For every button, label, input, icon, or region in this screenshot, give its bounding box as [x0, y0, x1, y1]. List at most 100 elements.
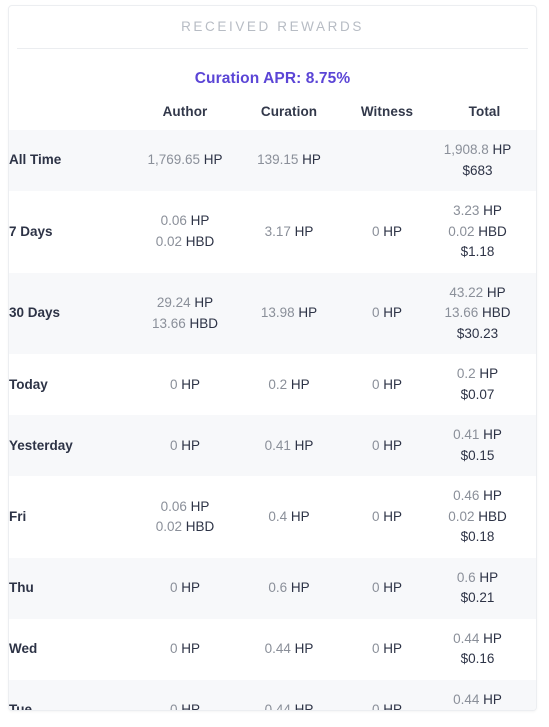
currency-unit: HP [287, 376, 310, 392]
usd-value: $683 [462, 162, 493, 178]
value-line: 0.06 HP [133, 497, 237, 518]
amount: 139.15 [257, 152, 299, 168]
currency-unit: HP [379, 641, 403, 657]
value-line: 29.24 HP [133, 293, 237, 314]
cell-author: 0 HP [133, 415, 237, 477]
cell-period: Yesterday [9, 415, 133, 477]
cell-period: Fri [9, 508, 27, 524]
currency-unit: HP [287, 580, 310, 596]
cell-witness: 0 HP [341, 354, 433, 415]
amount: 43.22 [449, 284, 484, 300]
cell-total: 43.22 HP 13.66 HBD $30.23 [433, 272, 536, 355]
amount: 1,769.65 [147, 152, 201, 168]
currency-unit: HP [177, 641, 201, 657]
rewards-table: Author Curation Witness Total All Time 1,… [9, 97, 536, 711]
cell-curation: 3.17 HP [237, 191, 341, 273]
amount: 0.6 [268, 580, 288, 596]
currency-unit: HP [294, 305, 318, 321]
value-line: 0.2 HP [237, 375, 341, 396]
value-line: 0 HP [341, 578, 433, 599]
amount: 3.23 [453, 203, 480, 219]
amount: 0.44 [453, 630, 480, 646]
amount: 0.02 [155, 519, 182, 535]
cell-period: Tue [9, 679, 133, 710]
value-line: 0.4 HP [237, 507, 341, 528]
value-line: 0.02 HBD [133, 232, 237, 253]
received-rewards-card: RECEIVED REWARDS Curation APR: 8.75% Aut… [8, 5, 537, 711]
value-line: 0 HP [133, 700, 237, 711]
cell-period: Today [9, 376, 48, 392]
amount: 0.46 [453, 488, 480, 504]
value-line: 139.15 HP [237, 150, 341, 171]
cell-curation: 0.44 HP [237, 679, 341, 711]
currency-unit: HP [177, 702, 201, 711]
value-line: 0 HP [133, 578, 237, 599]
value-line: 43.22 HP [433, 283, 522, 304]
value-line: 0.02 HBD [433, 507, 522, 528]
currency-unit: HP [287, 508, 310, 524]
amount: 0.44 [264, 702, 291, 711]
cell-witness: 0 HP [341, 679, 433, 710]
currency-unit: HBD [182, 519, 215, 535]
amount: 0.2 [268, 376, 288, 392]
table-row: 30 Days 29.24 HP 13.66 HBD 13.98 HP 0 HP 43.2… [9, 272, 536, 355]
amount: 0.02 [448, 508, 475, 524]
table-header: Author Curation Witness Total [9, 97, 536, 130]
cell-period: All Time [9, 130, 133, 192]
cell-period: 30 Days [9, 272, 133, 355]
cell-author: 0 HP [133, 619, 237, 680]
amount: 0.2 [456, 366, 476, 382]
currency-unit: HP [290, 223, 314, 239]
currency-unit: HP [177, 376, 201, 392]
amount: 13.66 [444, 305, 479, 321]
amount: 0 [169, 641, 178, 657]
usd-value: $1.18 [460, 244, 495, 260]
value-line: 0.06 HP [133, 211, 237, 232]
currency-unit: HBD [474, 508, 507, 524]
cell-author: 0 HP [133, 679, 237, 711]
currency-unit: HP [177, 580, 201, 596]
amount: 0 [371, 437, 380, 453]
table-row: Tue0 HP0.44 HP0 HP0.44 HP$0.16 [9, 679, 536, 711]
value-line: 1,769.65 HP [133, 150, 237, 171]
value-line: 0.6 HP [433, 568, 522, 589]
cell-period: Thu [9, 557, 133, 619]
cell-total: 0.6 HP $0.21 [433, 557, 536, 619]
cell-curation: 0.4 HP [237, 476, 341, 558]
cell-author: 29.24 HP 13.66 HBD [133, 272, 237, 355]
currency-unit: HBD [182, 233, 215, 249]
value-line: 13.66 HBD [133, 314, 237, 335]
cell-total: 0.44 HP$0.16 [433, 679, 536, 710]
value-line: 0 HP [341, 639, 433, 660]
currency-unit: HP [290, 641, 314, 657]
currency-unit: HP [483, 284, 506, 300]
currency-unit: HBD [478, 305, 511, 321]
value-line: $1.18 [433, 242, 522, 263]
value-line: 13.66 HBD [433, 303, 522, 324]
cell-total: 0.46 HP 0.02 HBD $0.18 [433, 476, 536, 558]
usd-value: $0.18 [460, 529, 495, 545]
value-line: 0 HP [341, 375, 433, 396]
cell-curation: 0.6 HP [237, 557, 341, 619]
value-line: 1,908.8 HP [433, 140, 522, 161]
cell-curation: 139.15 HP [237, 130, 341, 192]
amount: 0 [169, 376, 178, 392]
currency-unit: HP [379, 437, 403, 453]
table-row: Wed 0 HP 0.44 HP 0 HP 0.44 HP $0.16 [9, 619, 536, 680]
amount: 0 [371, 508, 380, 524]
table-row: Today 0 HP 0.2 HP 0 HP 0.2 HP $0.07 [9, 354, 536, 415]
amount: 0.44 [264, 641, 291, 657]
value-line: 0 HP [341, 303, 433, 324]
cell-author: 1,769.65 HP [133, 130, 237, 192]
cell-curation: 13.98 HP [237, 272, 341, 355]
value-line: 0 HP [133, 375, 237, 396]
usd-value: $0.15 [460, 447, 495, 463]
cell-author: 0.06 HP 0.02 HBD [133, 476, 237, 558]
column-header-curation: Curation [260, 104, 318, 120]
currency-unit: HP [379, 305, 403, 321]
currency-unit: HP [186, 498, 210, 514]
value-line: 0.41 HP [433, 425, 522, 446]
currency-unit: HP [186, 213, 210, 229]
cell-witness: 0 HP [341, 415, 433, 477]
currency-unit: HP [379, 508, 403, 524]
